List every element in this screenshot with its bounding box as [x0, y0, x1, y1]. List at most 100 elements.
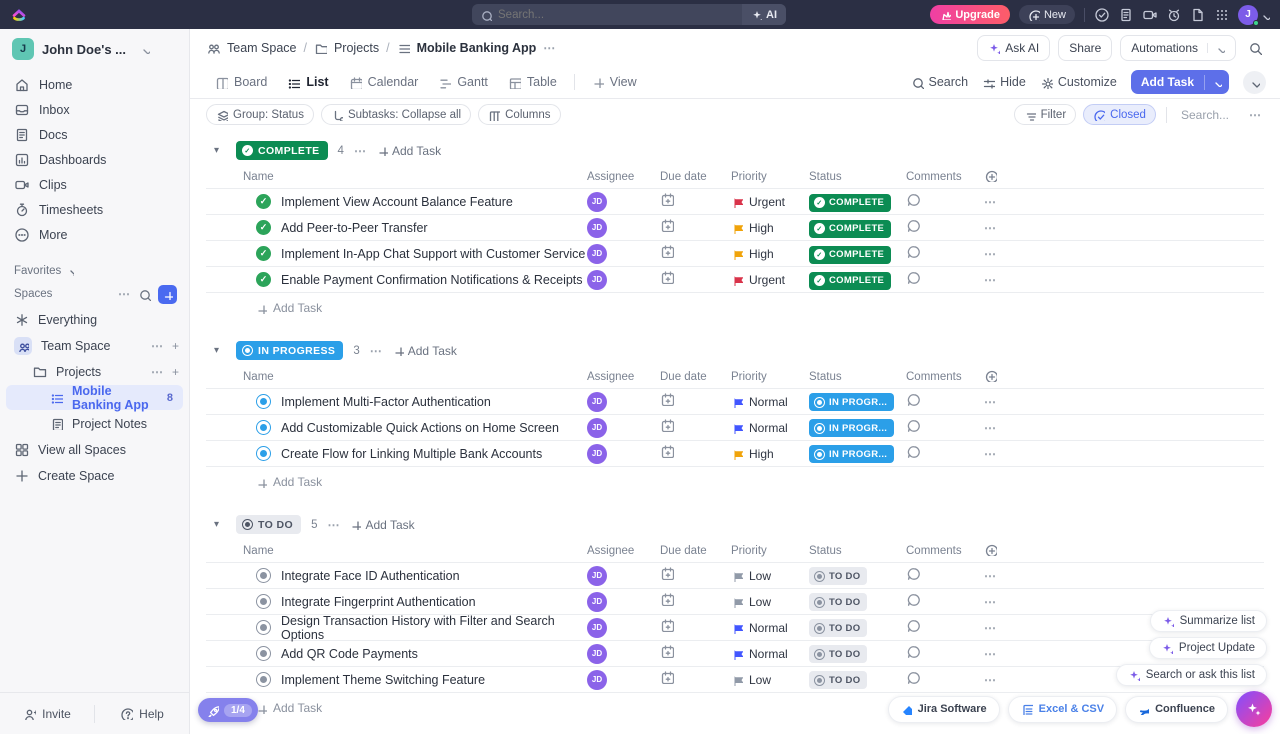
table-row[interactable]: ✓ Add QR Code Payments JD Normal ✓ TO DO… [206, 641, 1264, 667]
add-view-button[interactable]: View [583, 66, 646, 98]
sidebar-item-home[interactable]: Home [0, 72, 189, 97]
sidebar-item-timesheets[interactable]: Timesheets [0, 197, 189, 222]
status-badge[interactable]: ✓ TO DO [809, 671, 867, 689]
breadcrumb-current-list[interactable]: Mobile Banking App [417, 41, 537, 55]
calendar-plus-icon[interactable] [660, 566, 674, 580]
column-assignee[interactable]: Assignee [587, 545, 660, 557]
comment-icon[interactable] [906, 566, 920, 580]
assignee-avatar[interactable]: JD [587, 670, 607, 690]
breadcrumb-team-space[interactable]: Team Space [227, 41, 296, 55]
comment-icon[interactable] [906, 392, 920, 406]
sidebar-item-mobile-banking-app[interactable]: Mobile Banking App 8 [6, 385, 183, 410]
task-name[interactable]: Enable Payment Confirmation Notification… [281, 273, 583, 287]
row-more-button[interactable]: ⋯ [984, 621, 997, 635]
group-status-pill[interactable]: ✓ COMPLETE [236, 141, 328, 160]
group-more-button[interactable]: ⋯ [327, 518, 340, 532]
column-status[interactable]: Status [809, 545, 906, 557]
apps-grid-icon[interactable] [1214, 7, 1229, 22]
comment-icon[interactable] [906, 618, 920, 632]
task-status-icon[interactable]: ✓ [256, 220, 271, 235]
row-more-button[interactable]: ⋯ [984, 273, 997, 287]
excel-csv-button[interactable]: Excel & CSV [1008, 696, 1117, 723]
favorites-section[interactable]: Favorites [0, 261, 189, 281]
automations-button[interactable]: Automations [1120, 35, 1236, 61]
list-search[interactable]: Search... ⋯ [1177, 108, 1266, 122]
table-row[interactable]: ✓ Implement In-App Chat Support with Cus… [206, 241, 1264, 267]
alarm-icon[interactable] [1166, 7, 1181, 22]
column-due-date[interactable]: Due date [660, 371, 731, 383]
comment-icon[interactable] [906, 218, 920, 232]
task-status-icon[interactable]: ✓ [256, 568, 271, 583]
upgrade-button[interactable]: Upgrade [930, 5, 1010, 24]
task-name[interactable]: Implement Multi-Factor Authentication [281, 395, 491, 409]
sidebar-item-projects[interactable]: Projects ⋯+ [0, 359, 189, 384]
row-more-button[interactable]: ⋯ [984, 595, 997, 609]
sidebar-item-create-space[interactable]: Create Space [0, 463, 189, 488]
spaces-search-icon[interactable] [138, 288, 151, 301]
column-assignee[interactable]: Assignee [587, 371, 660, 383]
calendar-plus-icon[interactable] [660, 218, 674, 232]
row-more-button[interactable]: ⋯ [984, 247, 997, 261]
comment-icon[interactable] [906, 418, 920, 432]
priority-flag-icon[interactable] [731, 222, 743, 234]
column-priority[interactable]: Priority [731, 171, 809, 183]
priority-flag-icon[interactable] [731, 570, 743, 582]
row-more-button[interactable]: ⋯ [984, 673, 997, 687]
status-badge[interactable]: ✓ IN PROGR... [809, 393, 894, 411]
assignee-avatar[interactable]: JD [587, 618, 607, 638]
task-name[interactable]: Add QR Code Payments [281, 647, 418, 661]
column-due-date[interactable]: Due date [660, 545, 731, 557]
comment-icon[interactable] [906, 244, 920, 258]
group-add-task-button[interactable]: Add Task [377, 144, 441, 158]
row-more-button[interactable]: ⋯ [984, 447, 997, 461]
status-badge[interactable]: ✓ COMPLETE [809, 246, 891, 264]
spaces-more-button[interactable]: ⋯ [118, 287, 131, 301]
doc-icon[interactable] [1190, 7, 1205, 22]
task-status-icon[interactable]: ✓ [256, 194, 271, 209]
row-more-button[interactable]: ⋯ [984, 195, 997, 209]
column-priority[interactable]: Priority [731, 371, 809, 383]
workspace-switcher[interactable]: J John Doe's ... [0, 29, 189, 68]
task-status-icon[interactable]: ✓ [256, 620, 271, 635]
row-more-button[interactable]: ⋯ [984, 395, 997, 409]
sidebar-item-dashboards[interactable]: Dashboards [0, 147, 189, 172]
calendar-plus-icon[interactable] [660, 444, 674, 458]
status-badge[interactable]: ✓ TO DO [809, 567, 867, 585]
table-row[interactable]: ✓ Create Flow for Linking Multiple Bank … [206, 441, 1264, 467]
column-priority[interactable]: Priority [731, 545, 809, 557]
projects-add-button[interactable]: + [172, 365, 179, 379]
add-task-row[interactable]: Add Task [206, 467, 1264, 497]
table-row[interactable]: ✓ Integrate Face ID Authentication JD Lo… [206, 563, 1264, 589]
column-comments[interactable]: Comments [906, 545, 984, 557]
comment-icon[interactable] [906, 670, 920, 684]
table-row[interactable]: ✓ Add Customizable Quick Actions on Home… [206, 415, 1264, 441]
calendar-plus-icon[interactable] [660, 418, 674, 432]
breadcrumb-more-button[interactable]: ⋯ [543, 41, 556, 55]
collapse-group-caret[interactable]: ▾ [214, 345, 226, 356]
sidebar-item-project-notes[interactable]: Project Notes [0, 411, 189, 436]
status-badge[interactable]: ✓ IN PROGR... [809, 419, 894, 437]
projects-more-button[interactable]: ⋯ [151, 365, 164, 379]
comment-icon[interactable] [906, 644, 920, 658]
task-name[interactable]: Implement Theme Switching Feature [281, 673, 485, 687]
toolbar-more-button[interactable]: ⋯ [1249, 108, 1262, 122]
clickup-logo-icon[interactable] [10, 6, 28, 24]
sidebar-item-more[interactable]: More [0, 222, 189, 247]
filter-chip[interactable]: Filter [1014, 104, 1077, 125]
closed-chip[interactable]: Closed [1083, 104, 1156, 125]
jira-software-button[interactable]: Jira Software [888, 696, 1000, 723]
confluence-button[interactable]: Confluence [1125, 696, 1228, 723]
group-add-task-button[interactable]: Add Task [393, 344, 457, 358]
task-name[interactable]: Implement In-App Chat Support with Custo… [281, 247, 585, 261]
task-status-icon[interactable]: ✓ [256, 246, 271, 261]
group-more-button[interactable]: ⋯ [354, 144, 367, 158]
task-status-icon[interactable]: ✓ [256, 446, 271, 461]
priority-flag-icon[interactable] [731, 596, 743, 608]
comment-icon[interactable] [906, 444, 920, 458]
row-more-button[interactable]: ⋯ [984, 221, 997, 235]
calendar-plus-icon[interactable] [660, 644, 674, 658]
ask-ai-button[interactable]: Ask AI [977, 35, 1050, 61]
view-search-button[interactable]: Search [911, 75, 969, 89]
ai-button[interactable]: AI [742, 4, 786, 25]
row-more-button[interactable]: ⋯ [984, 647, 997, 661]
